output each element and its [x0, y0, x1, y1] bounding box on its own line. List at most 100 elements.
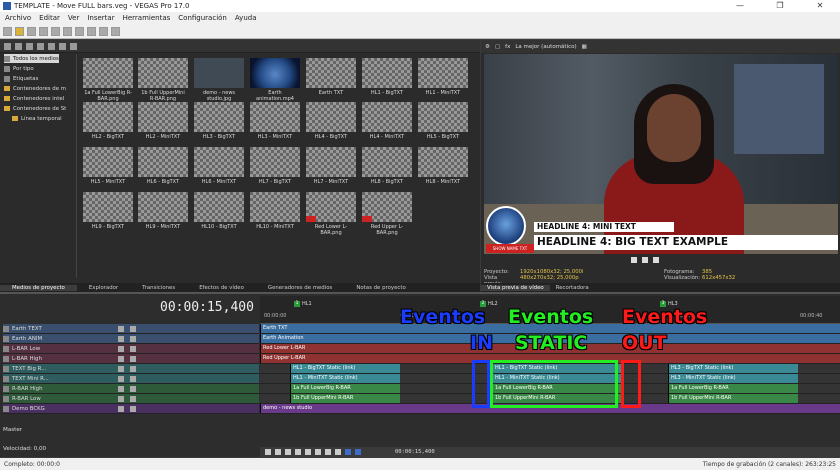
play-icon[interactable]: [48, 42, 55, 50]
timeline-event[interactable]: 1a Full LowerBig R-BAR: [290, 384, 400, 393]
menu-editar[interactable]: Editar: [39, 14, 60, 22]
tab-notas-proyecto[interactable]: Notas de proyecto: [344, 285, 417, 291]
media-item[interactable]: HL3 - BigTXT: [194, 102, 244, 140]
solo-icon[interactable]: [130, 345, 136, 352]
quality-dropdown[interactable]: La mejor (automático): [515, 44, 576, 50]
menu-ayuda[interactable]: Ayuda: [235, 14, 257, 22]
pause-icon[interactable]: [653, 257, 659, 263]
tab-efectos-video[interactable]: Efectos de vídeo: [187, 285, 256, 291]
media-item[interactable]: 1b Full UpperMini R-BAR.png: [138, 58, 188, 102]
auto-ripple-icon[interactable]: [355, 449, 361, 455]
close-button[interactable]: ✕: [800, 0, 840, 12]
tab-explorador[interactable]: Explorador: [77, 285, 130, 291]
media-item[interactable]: Earth TXT: [306, 58, 356, 96]
timeline-event[interactable]: 1b Full UpperMini R-BAR: [668, 394, 798, 403]
media-item[interactable]: HL7 - BigTXT: [250, 147, 300, 185]
master-bus[interactable]: Master: [3, 427, 259, 437]
redo-icon[interactable]: [111, 26, 120, 36]
go-end-icon[interactable]: [335, 449, 341, 455]
tab-recortadora[interactable]: Recortadora: [550, 285, 595, 291]
media-item[interactable]: Earth animation.mp4: [250, 58, 300, 102]
search-icon[interactable]: [70, 42, 77, 50]
gear-icon[interactable]: ⚙: [485, 44, 490, 50]
track-header[interactable]: Earth TEXT: [3, 324, 259, 334]
solo-icon[interactable]: [130, 405, 136, 412]
mute-icon[interactable]: [118, 375, 124, 382]
play-icon[interactable]: [642, 257, 648, 263]
menu-herramientas[interactable]: Herramientas: [123, 14, 171, 22]
tab-transiciones[interactable]: Transiciones: [130, 285, 187, 291]
tree-item-contenedores-st[interactable]: Contenedores de St: [4, 104, 66, 113]
media-item[interactable]: HL7 - MiniTXT: [306, 147, 356, 185]
copy-snapshot-icon[interactable]: ▢: [495, 44, 500, 50]
media-item[interactable]: HL9 - BigTXT: [83, 192, 133, 230]
media-item[interactable]: HL8 - BigTXT: [362, 147, 412, 185]
solo-icon[interactable]: [130, 325, 136, 332]
tab-medios-proyecto[interactable]: Medios de proyecto: [0, 284, 77, 291]
tree-item-etiquetas[interactable]: Etiquetas: [4, 74, 38, 83]
solo-icon[interactable]: [130, 375, 136, 382]
mute-icon[interactable]: [118, 385, 124, 392]
timeline-event[interactable]: HL3 - MiniTXT Static (link): [668, 374, 798, 383]
tree-item-contenedores-intel[interactable]: Contenedores intel: [4, 94, 64, 103]
undo-icon[interactable]: [99, 26, 108, 36]
tree-item-por-tipo[interactable]: Por tipo: [4, 64, 34, 73]
open-folder-icon[interactable]: [15, 26, 24, 36]
solo-icon[interactable]: [130, 385, 136, 392]
minimize-button[interactable]: —: [720, 0, 760, 12]
track-header[interactable]: R-BAR High: [3, 384, 259, 394]
pause-icon[interactable]: [305, 449, 311, 455]
track-header[interactable]: TEXT Big R...: [3, 364, 259, 374]
fx-icon[interactable]: fx: [505, 44, 510, 50]
tab-vista-previa[interactable]: Vista previa de vídeo: [481, 284, 550, 291]
new-project-icon[interactable]: [3, 26, 12, 36]
media-item[interactable]: HL8 - MiniTXT: [418, 147, 468, 185]
media-item[interactable]: HL10 - MiniTXT: [250, 192, 300, 230]
grid-icon[interactable]: ▦: [582, 44, 587, 50]
go-start-icon[interactable]: [325, 449, 331, 455]
menu-configuracion[interactable]: Configuración: [178, 14, 227, 22]
marker-badge[interactable]: 1: [294, 301, 300, 307]
track-header[interactable]: TEXT Mini R...: [3, 374, 259, 384]
menu-ver[interactable]: Ver: [68, 14, 79, 22]
cut-icon[interactable]: [63, 26, 72, 36]
tree-item-linea-temporal[interactable]: Línea temporal: [12, 114, 62, 123]
mute-icon[interactable]: [118, 355, 124, 362]
copy-icon[interactable]: [75, 26, 84, 36]
media-item[interactable]: HL3 - MiniTXT: [250, 102, 300, 140]
timeline-event[interactable]: 1b Full UpperMini R-BAR: [290, 394, 400, 403]
tree-item-todos[interactable]: Todos los medios: [4, 54, 59, 63]
snap-icon[interactable]: [345, 449, 351, 455]
timeline-event[interactable]: 1a Full LowerBig R-BAR: [668, 384, 798, 393]
media-item[interactable]: demo - news studio.jpg: [194, 58, 244, 102]
tree-item-contenedores-m[interactable]: Contenedores de m: [4, 84, 66, 93]
save-icon[interactable]: [27, 26, 36, 36]
views-icon[interactable]: [59, 42, 66, 50]
mute-icon[interactable]: [118, 405, 124, 412]
mute-icon[interactable]: [118, 325, 124, 332]
media-item[interactable]: HL4 - MiniTXT: [362, 102, 412, 140]
maximize-button[interactable]: ❐: [760, 0, 800, 12]
media-item[interactable]: HL2 - BigTXT: [83, 102, 133, 140]
mute-icon[interactable]: [118, 335, 124, 342]
mute-icon[interactable]: [118, 345, 124, 352]
mute-icon[interactable]: [118, 395, 124, 402]
timeline-event[interactable]: HL3 - BigTXT Static (link): [668, 364, 798, 373]
loop-icon[interactable]: [275, 449, 281, 455]
capture-icon[interactable]: [15, 42, 22, 50]
menu-insertar[interactable]: Insertar: [87, 14, 114, 22]
media-item[interactable]: Red Upper L-BAR.png: [362, 192, 412, 236]
media-item[interactable]: HL6 - MiniTXT: [194, 147, 244, 185]
track-header[interactable]: Earth ANIM: [3, 334, 259, 344]
media-item[interactable]: HL2 - MiniTXT: [138, 102, 188, 140]
track-header[interactable]: Demo BCKG: [3, 404, 259, 414]
media-item[interactable]: HL5 - MiniTXT: [83, 147, 133, 185]
stop-icon[interactable]: [315, 449, 321, 455]
stop-icon[interactable]: [631, 257, 637, 263]
tab-generadores-medios[interactable]: Generadores de medios: [256, 285, 344, 291]
media-item[interactable]: HL6 - BigTXT: [138, 147, 188, 185]
render-icon[interactable]: [39, 26, 48, 36]
track-header[interactable]: R-BAR Low: [3, 394, 259, 404]
menu-archivo[interactable]: Archivo: [5, 14, 31, 22]
paste-icon[interactable]: [87, 26, 96, 36]
